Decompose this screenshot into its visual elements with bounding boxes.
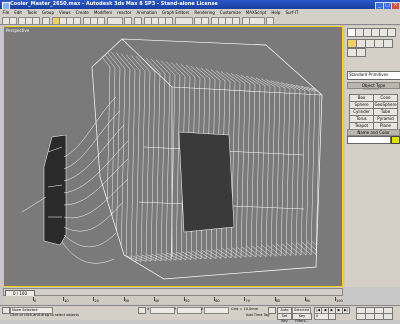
command-panel: Standard Primitives Object Type AutoGrid… (345, 26, 400, 287)
menu-maxscript[interactable]: MAXScript (243, 9, 269, 16)
redo-icon[interactable] (9, 17, 17, 25)
menu-views[interactable]: Views (57, 9, 74, 16)
status-prompt: Click or click-and-drag to select object… (10, 313, 79, 317)
primitive-type-select[interactable]: Standard Primitives (347, 71, 400, 80)
timeline-tick-label: 60 (215, 299, 220, 303)
object-color-swatch[interactable] (391, 136, 400, 144)
set-key-icon[interactable] (268, 307, 276, 314)
align-icon[interactable] (201, 17, 209, 25)
menu-create[interactable]: Create (73, 9, 91, 16)
menu-edit[interactable]: Edit (12, 9, 25, 16)
menu-group[interactable]: Group (39, 9, 56, 16)
timeline-tick-label: 100 (336, 299, 343, 303)
bind-spacewarp-icon[interactable] (32, 17, 40, 25)
timeline-tick-label: 30 (124, 299, 130, 303)
spinner-snap-icon[interactable] (165, 17, 173, 25)
reference-coordinate-dropdown[interactable] (107, 17, 123, 25)
menu-animation[interactable]: Animation (134, 9, 159, 16)
current-frame-field[interactable]: 0 (314, 313, 329, 320)
menu-customize[interactable]: Customize (217, 9, 243, 16)
selection-filter-icon[interactable] (42, 17, 50, 25)
menu-file[interactable]: File (0, 9, 12, 16)
menu-help[interactable]: Help (269, 9, 283, 16)
render-type-dropdown[interactable] (249, 17, 265, 25)
named-selection-sets-dropdown[interactable] (175, 17, 193, 25)
timeline-tick-label: 10 (64, 299, 69, 303)
scale-icon[interactable] (97, 17, 105, 25)
menu-modifiers[interactable]: Modifiers (91, 9, 114, 16)
add-time-tag[interactable]: Add Time Tag (246, 313, 270, 318)
y-coordinate-field[interactable] (177, 307, 202, 314)
go-to-end-icon[interactable]: ▶| (342, 307, 350, 314)
maximize-viewport-icon[interactable] (383, 313, 393, 320)
quick-render-icon[interactable] (266, 17, 274, 25)
main-toolbar (0, 16, 400, 25)
time-configuration-icon[interactable] (328, 313, 336, 320)
set-key-button[interactable]: Set Key (277, 313, 292, 323)
helpers-icon[interactable] (383, 39, 393, 48)
menu-rendering[interactable]: Rendering (192, 9, 217, 16)
status-bar: None Selected Click or click-and-drag to… (0, 305, 400, 323)
heatsink-wireframe-model (21, 38, 323, 280)
timeline-tick-label: 20 (94, 299, 99, 303)
time-slider-bar[interactable]: 0 / 100 (3, 288, 343, 297)
key-filters-button[interactable]: Key Filters... (292, 313, 312, 323)
menu-reactor[interactable]: reactor (115, 9, 134, 16)
timeline-tick-label: 0 (34, 299, 37, 303)
menu-bar: File Edit Tools Group Views Create Modifiers re… (0, 9, 400, 16)
timeline-tick-label: 90 (305, 299, 311, 303)
window-title: Cooler_Master_2650.max - Autodesk 3ds Ma… (10, 1, 218, 7)
window-crossing-icon[interactable] (73, 17, 81, 25)
timeline-tick-label: 40 (154, 299, 160, 303)
pivot-center-icon[interactable] (124, 17, 132, 25)
timeline-tick-label: 80 (275, 299, 281, 303)
systems-icon[interactable] (356, 48, 366, 57)
perspective-viewport[interactable]: Perspective (3, 26, 343, 287)
utilities-tab-icon[interactable] (387, 28, 396, 37)
menu-tools[interactable]: Tools (24, 9, 39, 16)
name-and-color-header[interactable]: Name and Color (347, 129, 400, 136)
track-bar[interactable]: 0 10 20 30 40 50 60 70 80 90 100 (3, 296, 343, 304)
grid-size: Grid = 10.0mm (231, 307, 259, 311)
select-manipulate-icon[interactable] (134, 17, 142, 25)
x-coordinate-field[interactable] (150, 307, 175, 314)
object-name-field[interactable] (347, 136, 391, 144)
maxscript-listener-icon[interactable] (2, 307, 10, 314)
menu-graph-editors[interactable]: Graph Editors (159, 9, 191, 16)
z-coordinate-field[interactable] (204, 307, 229, 314)
material-editor-icon[interactable] (232, 17, 240, 25)
autogrid-checkbox[interactable]: AutoGrid (363, 87, 378, 92)
y-label: Y (174, 307, 177, 311)
timeline-tick-label: 50 (185, 299, 190, 303)
timeline-tick-label: 70 (245, 299, 250, 303)
menu-surf-it[interactable]: Surf-IT (283, 9, 301, 16)
lock-selection-icon[interactable] (138, 307, 146, 314)
title-bar: Cooler_Master_2650.max - Autodesk 3ds Ma… (0, 0, 400, 10)
